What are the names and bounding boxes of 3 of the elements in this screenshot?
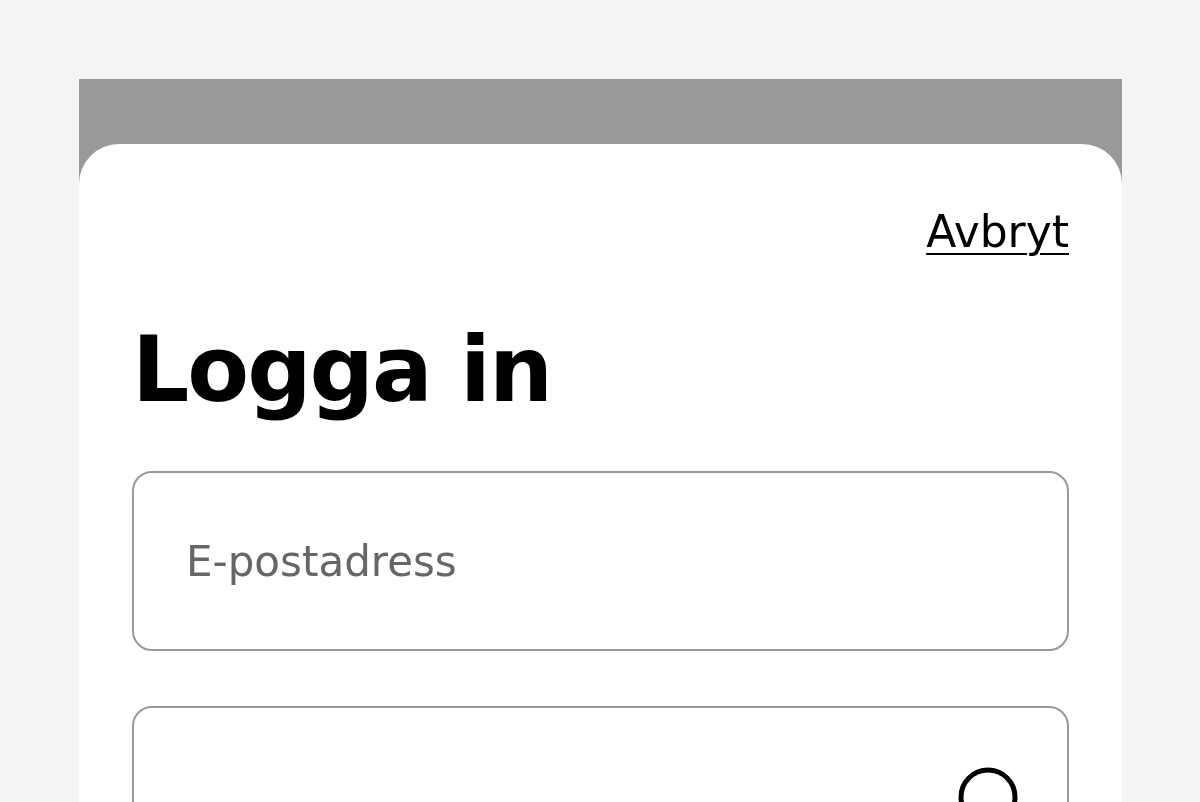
cancel-link[interactable]: Avbryt — [926, 210, 1069, 254]
dialog-title: Logga in — [132, 320, 552, 419]
email-field[interactable]: E-postadress — [132, 471, 1069, 651]
